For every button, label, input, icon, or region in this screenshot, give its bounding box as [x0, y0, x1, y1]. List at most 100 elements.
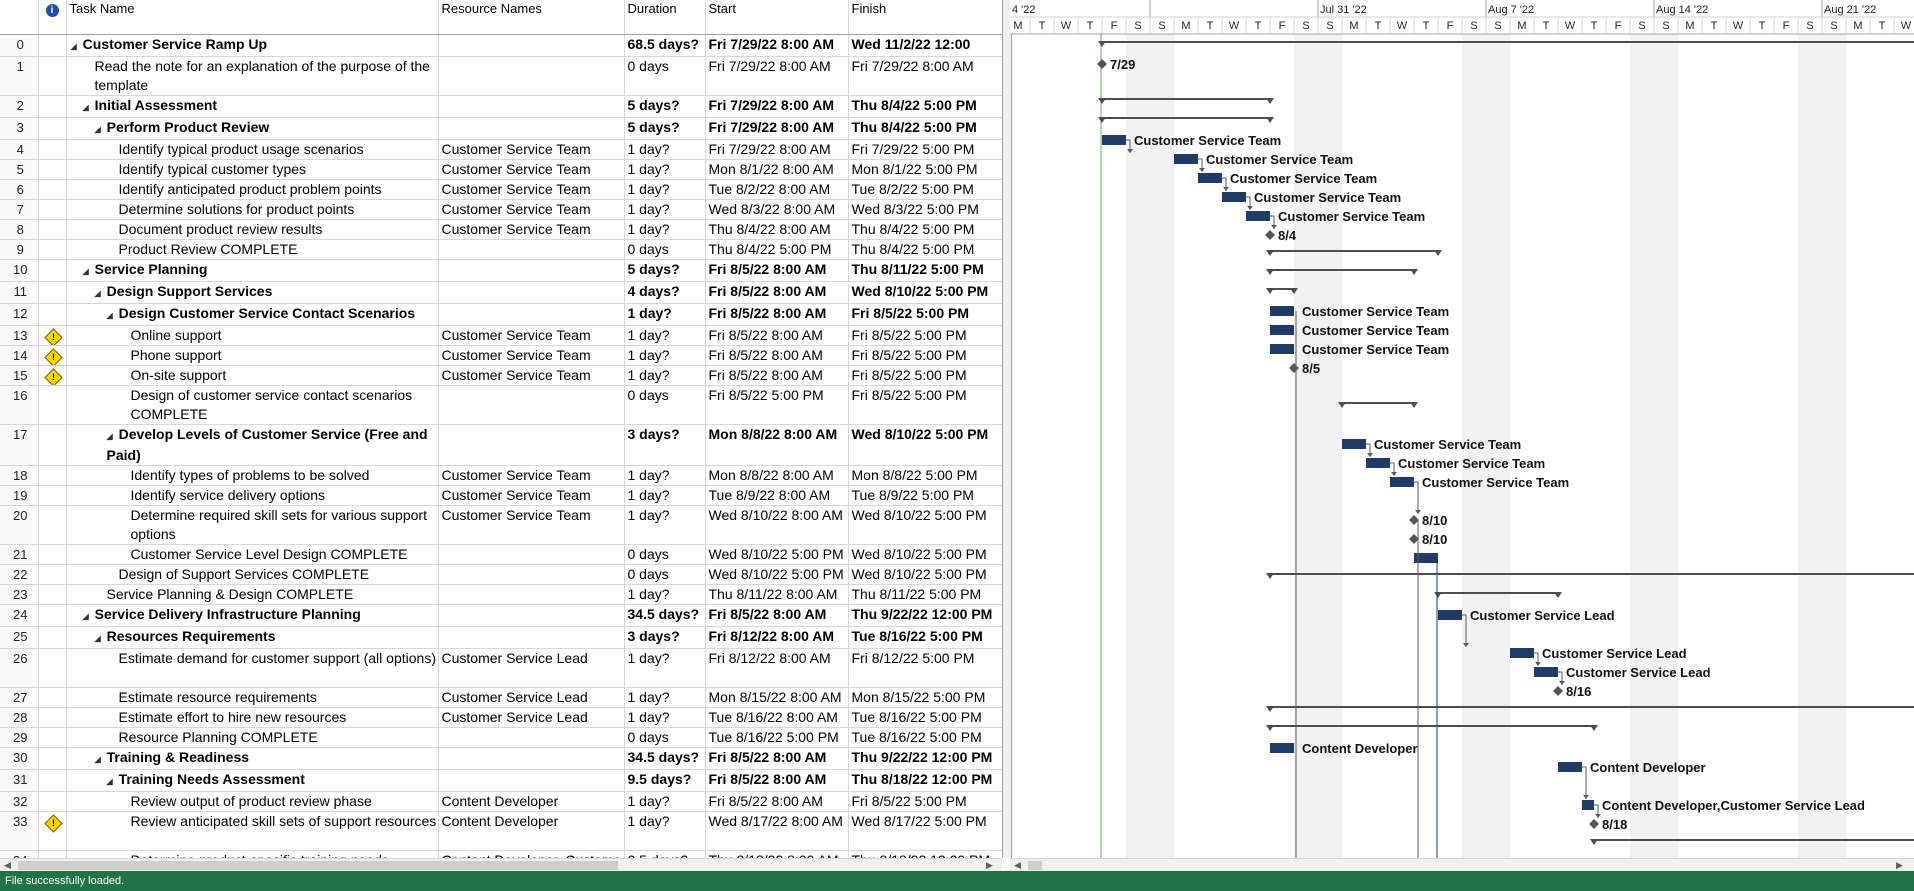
start-cell[interactable]: Fri 8/5/22 8:00 AM	[705, 365, 849, 386]
task-row[interactable]: 25 ◢ Resources Requirements 3 days? Fri 8/12…	[0, 626, 1002, 649]
task-row[interactable]: 29 Resource Planning COMPLETE 0 days Tue 8/…	[0, 727, 1002, 748]
finish-cell[interactable]: Thu 8/11/22 5:00 PM	[848, 259, 1002, 282]
task-row[interactable]: 28 Estimate effort to hire new resources C…	[0, 707, 1002, 728]
collapse-toggle-icon[interactable]: ◢	[71, 42, 77, 51]
col-resource-names[interactable]: Resource Names	[438, 0, 625, 35]
start-cell[interactable]: Fri 8/5/22 5:00 PM	[705, 385, 849, 425]
finish-cell[interactable]: Wed 8/10/22 5:00 PM	[848, 505, 1002, 545]
row-id[interactable]: 12	[0, 303, 39, 326]
task-name-cell[interactable]: ◢ Resources Requirements	[66, 626, 439, 649]
task-name-cell[interactable]: Estimate demand for customer support (al…	[66, 648, 439, 688]
duration-cell[interactable]: 1 day?	[624, 199, 706, 220]
finish-cell[interactable]: Fri 8/5/22 5:00 PM	[848, 345, 1002, 366]
resource-names-cell[interactable]	[438, 769, 625, 792]
start-cell[interactable]: Fri 8/5/22 8:00 AM	[705, 604, 849, 627]
task-name-cell[interactable]: Determine required skill sets for variou…	[66, 505, 439, 545]
resource-names-cell[interactable]: Customer Service Team	[438, 199, 625, 220]
task-name-cell[interactable]: Identify typical customer types	[66, 159, 439, 180]
finish-cell[interactable]: Tue 8/16/22 5:00 PM	[848, 707, 1002, 728]
start-cell[interactable]: Wed 8/17/22 8:00 AM	[705, 811, 849, 851]
resource-names-cell[interactable]: Customer Service Team	[438, 365, 625, 386]
collapse-toggle-icon[interactable]: ◢	[107, 311, 113, 320]
finish-cell[interactable]: Thu 8/4/22 5:00 PM	[848, 219, 1002, 240]
resource-names-cell[interactable]: Customer Service Team	[438, 485, 625, 506]
resource-names-cell[interactable]	[438, 564, 625, 585]
task-bar[interactable]	[1438, 610, 1462, 620]
task-row[interactable]: 30 ◢ Training & Readiness 34.5 days? Fri 8/5…	[0, 747, 1002, 770]
start-cell[interactable]: Thu 8/4/22 5:00 PM	[705, 239, 849, 260]
finish-cell[interactable]: Fri 8/5/22 5:00 PM	[848, 385, 1002, 425]
duration-cell[interactable]: 1 day?	[624, 365, 706, 386]
row-id[interactable]: 14	[0, 345, 39, 366]
resource-names-cell[interactable]: Customer Service Lead	[438, 707, 625, 728]
start-cell[interactable]: Wed 8/3/22 8:00 AM	[705, 199, 849, 220]
task-name-cell[interactable]: ◢ Initial Assessment	[66, 95, 439, 118]
task-row[interactable]: 33! Review anticipated skill sets of supp…	[0, 811, 1002, 851]
start-cell[interactable]: Fri 8/5/22 8:00 AM	[705, 281, 849, 304]
milestone-diamond[interactable]	[1553, 686, 1563, 696]
start-cell[interactable]: Fri 7/29/22 8:00 AM	[705, 139, 849, 160]
task-name-cell[interactable]: Review output of product review phase	[66, 791, 439, 812]
task-row[interactable]: 21 Customer Service Level Design COMPLETE…	[0, 544, 1002, 565]
duration-cell[interactable]: 34.5 days?	[624, 747, 706, 770]
finish-cell[interactable]: Wed 8/10/22 5:00 PM	[848, 564, 1002, 585]
task-name-cell[interactable]: Design of Support Services COMPLETE	[66, 564, 439, 585]
start-cell[interactable]: Wed 8/10/22 5:00 PM	[705, 544, 849, 565]
resource-names-cell[interactable]	[438, 95, 625, 118]
start-cell[interactable]: Mon 8/1/22 8:00 AM	[705, 159, 849, 180]
task-row[interactable]: 14! Phone support Customer Service Team 1 d…	[0, 345, 1002, 366]
finish-cell[interactable]: Mon 8/8/22 5:00 PM	[848, 465, 1002, 486]
duration-cell[interactable]: 0 days	[624, 727, 706, 748]
task-bar[interactable]	[1270, 325, 1294, 335]
row-id[interactable]: 24	[0, 604, 39, 627]
start-cell[interactable]: Fri 7/29/22 8:00 AM	[705, 34, 849, 57]
task-bar[interactable]	[1390, 477, 1414, 487]
task-row[interactable]: 24 ◢ Service Delivery Infrastructure Plann…	[0, 604, 1002, 627]
finish-cell[interactable]: Wed 8/10/22 5:00 PM	[848, 544, 1002, 565]
start-cell[interactable]: Fri 7/29/22 8:00 AM	[705, 117, 849, 140]
start-cell[interactable]: Fri 7/29/22 8:00 AM	[705, 95, 849, 118]
task-row[interactable]: 3 ◢ Perform Product Review 5 days? Fri 7/29/…	[0, 117, 1002, 140]
warning-icon[interactable]: !	[44, 368, 63, 385]
row-id[interactable]: 23	[0, 584, 39, 605]
duration-cell[interactable]: 1 day?	[624, 584, 706, 605]
row-id[interactable]: 22	[0, 564, 39, 585]
task-name-cell[interactable]: Review anticipated skill sets of support…	[66, 811, 439, 851]
row-id[interactable]: 8	[0, 219, 39, 240]
task-row[interactable]: 19 Identify service delivery options Custo…	[0, 485, 1002, 506]
start-cell[interactable]: Tue 8/2/22 8:00 AM	[705, 179, 849, 200]
duration-cell[interactable]: 1 day?	[624, 159, 706, 180]
row-id[interactable]: 1	[0, 56, 39, 96]
task-name-cell[interactable]: ◢ Develop Levels of Customer Service (Fre…	[66, 424, 439, 466]
task-bar[interactable]	[1198, 173, 1222, 183]
finish-cell[interactable]: Wed 8/10/22 5:00 PM	[848, 281, 1002, 304]
task-name-cell[interactable]: ◢ Customer Service Ramp Up	[66, 34, 439, 57]
row-id[interactable]: 32	[0, 791, 39, 812]
resource-names-cell[interactable]	[438, 727, 625, 748]
task-name-cell[interactable]: Document product review results	[66, 219, 439, 240]
task-row[interactable]: 32 Review output of product review phase C…	[0, 791, 1002, 812]
resource-names-cell[interactable]	[438, 604, 625, 627]
duration-cell[interactable]: 0 days	[624, 239, 706, 260]
resource-names-cell[interactable]	[438, 626, 625, 649]
resource-names-cell[interactable]: Customer Service Team	[438, 505, 625, 545]
duration-cell[interactable]: 1 day?	[624, 219, 706, 240]
task-bar[interactable]	[1534, 667, 1558, 677]
collapse-toggle-icon[interactable]: ◢	[83, 103, 89, 112]
row-id[interactable]: 9	[0, 239, 39, 260]
finish-cell[interactable]: Fri 7/29/22 8:00 AM	[848, 56, 1002, 96]
start-cell[interactable]: Fri 7/29/22 8:00 AM	[705, 56, 849, 96]
resource-names-cell[interactable]	[438, 303, 625, 326]
task-row[interactable]: 26 Estimate demand for customer support (…	[0, 648, 1002, 688]
task-name-cell[interactable]: ◢ Training & Readiness	[66, 747, 439, 770]
duration-cell[interactable]: 3 days?	[624, 626, 706, 649]
task-name-cell[interactable]: Determine solutions for product points	[66, 199, 439, 220]
task-name-cell[interactable]: ◢ Training Needs Assessment	[66, 769, 439, 792]
finish-cell[interactable]: Wed 8/17/22 5:00 PM	[848, 811, 1002, 851]
task-row[interactable]: 18 Identify types of problems to be solve…	[0, 465, 1002, 486]
finish-cell[interactable]: Mon 8/15/22 5:00 PM	[848, 687, 1002, 708]
finish-cell[interactable]: Mon 8/1/22 5:00 PM	[848, 159, 1002, 180]
task-row[interactable]: 15! On-site support Customer Service Team 1…	[0, 365, 1002, 386]
row-id[interactable]: 28	[0, 707, 39, 728]
resource-names-cell[interactable]: Content Developer, Custome	[438, 850, 625, 858]
